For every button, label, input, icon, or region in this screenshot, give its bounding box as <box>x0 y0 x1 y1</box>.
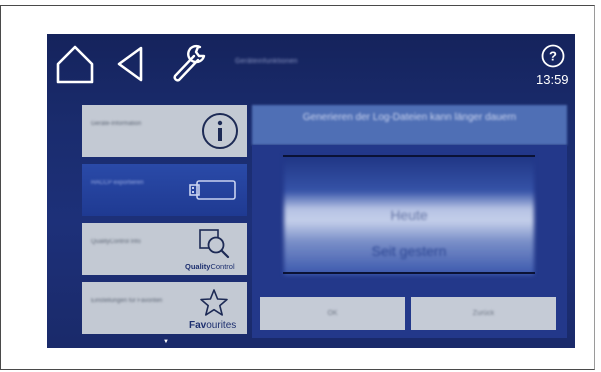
home-icon[interactable] <box>54 42 96 86</box>
back-button[interactable]: Zurück <box>411 297 556 330</box>
wrench-icon[interactable] <box>167 42 209 86</box>
menu-item-device-info[interactable]: Geräte-Information <box>82 105 247 157</box>
magnifier-icon <box>197 228 233 260</box>
menu-item-label: Geräte-Information <box>91 121 142 127</box>
page-title: Geräteinfunktionen <box>235 58 298 65</box>
star-icon <box>199 288 229 318</box>
menu-item-label: HACCP exportieren <box>91 180 144 186</box>
scroll-down-indicator[interactable]: ▼ <box>163 339 169 345</box>
device-screen: Geräteinfunktionen ? 13:59 Geräte-Inform… <box>47 34 575 348</box>
picker-option-today[interactable]: Heute <box>284 207 534 223</box>
picker-top-divider <box>283 155 535 157</box>
menu-item-label: QualityControl Info <box>91 239 141 245</box>
menu-item-haccp-export[interactable]: HACCP exportieren <box>82 164 247 216</box>
info-icon <box>200 111 240 151</box>
quality-control-logo: QualityControl <box>185 262 235 271</box>
menu-item-favourites-settings[interactable]: Einstellungen für Favoriten Favourites <box>82 282 247 334</box>
top-bar: Geräteinfunktionen ? 13:59 <box>47 34 575 96</box>
back-icon[interactable] <box>111 42 153 86</box>
dialog-message: Generieren der Log-Dateien kann länger d… <box>252 105 567 145</box>
menu-item-label: Einstellungen für Favoriten <box>91 298 163 304</box>
help-icon[interactable]: ? <box>541 44 565 68</box>
menu-item-quality-control[interactable]: QualityControl Info QualityControl <box>82 223 247 275</box>
export-dialog: Heute Seit gestern OK Zurück <box>252 145 567 338</box>
svg-text:?: ? <box>549 49 557 64</box>
clock: 13:59 <box>536 72 569 87</box>
favourites-logo: Favourites <box>189 320 237 331</box>
usb-stick-icon <box>188 178 238 202</box>
picker-bottom-divider <box>283 272 535 274</box>
ok-button[interactable]: OK <box>260 297 405 330</box>
picker-option-since-yesterday[interactable]: Seit gestern <box>284 243 534 259</box>
